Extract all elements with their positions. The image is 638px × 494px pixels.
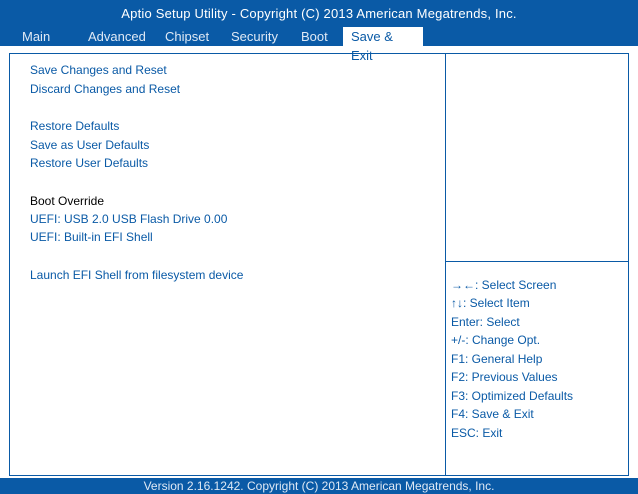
boot-override-label: Boot Override (30, 194, 105, 208)
tab-main[interactable]: Main (22, 27, 50, 46)
menu-item-save-user-defaults[interactable]: Save as User Defaults (30, 138, 149, 152)
app-title: Aptio Setup Utility - Copyright (C) 2013… (121, 6, 517, 21)
tab-bar: Main Advanced Chipset Security Boot Save… (0, 27, 638, 63)
help-general-help: F1: General Help (451, 352, 543, 366)
menu-item-boot-efi-shell[interactable]: UEFI: Built-in EFI Shell (30, 230, 153, 244)
tab-chipset[interactable]: Chipset (165, 27, 209, 46)
tab-save-exit[interactable]: Save & Exit (343, 27, 423, 63)
panel-divider-vertical (445, 54, 446, 475)
menu-item-launch-efi-shell[interactable]: Launch EFI Shell from filesystem device (30, 268, 243, 282)
help-select-screen: →←: Select Screen (451, 278, 557, 292)
menu-item-save-changes-reset[interactable]: Save Changes and Reset (30, 63, 167, 77)
help-optimized-defaults: F3: Optimized Defaults (451, 389, 574, 403)
tab-advanced[interactable]: Advanced (88, 27, 146, 46)
main-panel: Save Changes and Reset Discard Changes a… (9, 53, 629, 476)
bios-setup-screen: Aptio Setup Utility - Copyright (C) 2013… (0, 0, 638, 494)
menu-item-restore-defaults[interactable]: Restore Defaults (30, 119, 119, 133)
menu-item-restore-user-defaults[interactable]: Restore User Defaults (30, 156, 148, 170)
help-select-item: ↑↓: Select Item (451, 296, 530, 310)
tab-security[interactable]: Security (231, 27, 278, 46)
tab-boot[interactable]: Boot (301, 27, 328, 46)
help-enter-select: Enter: Select (451, 315, 520, 329)
help-divider (446, 261, 628, 262)
menu-item-discard-changes-reset[interactable]: Discard Changes and Reset (30, 82, 180, 96)
help-previous-values: F2: Previous Values (451, 370, 558, 384)
header-bar: Aptio Setup Utility - Copyright (C) 2013… (0, 0, 638, 63)
help-esc-exit: ESC: Exit (451, 426, 503, 440)
help-save-exit: F4: Save & Exit (451, 407, 534, 421)
help-change-opt: +/-: Change Opt. (451, 333, 541, 347)
menu-item-boot-usb[interactable]: UEFI: USB 2.0 USB Flash Drive 0.00 (30, 212, 227, 226)
footer-version: Version 2.16.1242. Copyright (C) 2013 Am… (0, 478, 638, 494)
